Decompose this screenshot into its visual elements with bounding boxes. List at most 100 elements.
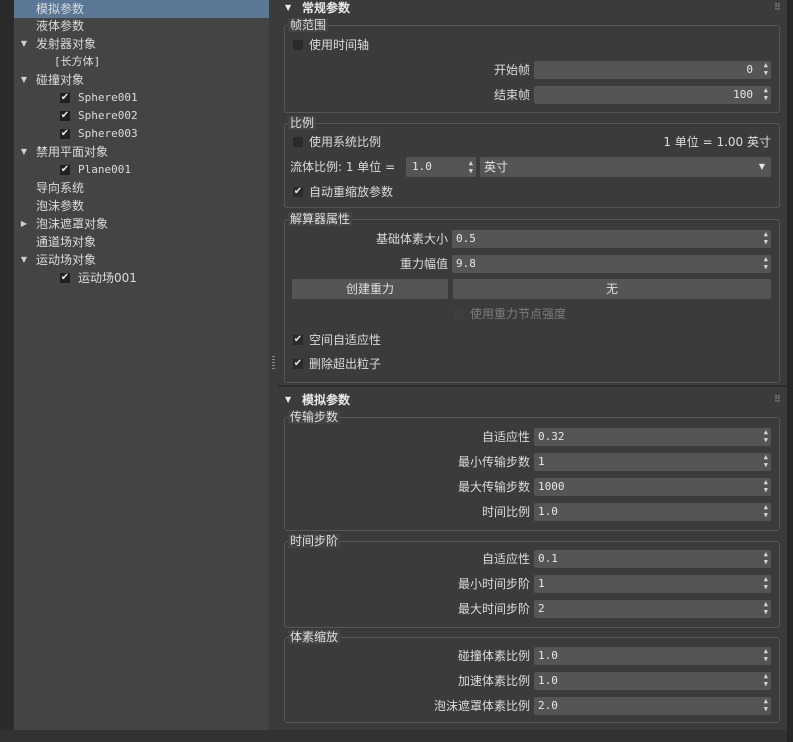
tree-item-foam-mask-objects[interactable]: ▶ 泡沫遮罩对象 xyxy=(14,215,269,233)
tree-item-motion-field-objects[interactable]: ▼ 运动场对象 xyxy=(14,251,269,269)
tree-item-label: Sphere002 xyxy=(78,109,138,122)
enabled-checkbox[interactable]: ✔ xyxy=(60,165,70,175)
spinner-arrows-icon[interactable]: ▲ ▼ xyxy=(764,697,768,713)
tree-item-liquid-params[interactable]: 液体参数 xyxy=(14,17,269,35)
spinner-arrows-icon[interactable]: ▲ ▼ xyxy=(469,159,473,175)
expanded-arrow-icon[interactable]: ▼ xyxy=(19,71,29,89)
acceleration-voxel-scale-spinner[interactable]: 1.0 ▲ ▼ xyxy=(534,672,771,690)
checkbox-box[interactable]: ✔ xyxy=(293,187,303,197)
tree-item-foam-params[interactable]: 泡沫参数 xyxy=(14,197,269,215)
spinner-value: 0.5 xyxy=(456,232,476,245)
spinner-arrows-icon[interactable]: ▲ ▼ xyxy=(764,230,768,246)
transport-adaptivity-label: 自适应性 xyxy=(481,430,530,444)
checkbox-label: 删除超出粒子 xyxy=(309,357,382,371)
checkbox-label: 使用系统比例 xyxy=(309,135,382,149)
tree-item-box[interactable]: [长方体] xyxy=(14,53,269,71)
checkbox-label: 自动重缩放参数 xyxy=(309,185,394,199)
group-title: 解算器属性 xyxy=(288,212,353,226)
spinner-arrows-icon[interactable]: ▲ ▼ xyxy=(764,478,768,494)
gravity-node-picker-button[interactable]: 无 xyxy=(453,279,771,299)
spinner-arrows-icon[interactable]: ▲ ▼ xyxy=(764,550,768,566)
max-time-steps-label: 最大时间步阶 xyxy=(457,602,530,616)
unit-dropdown[interactable]: 英寸 ▼ xyxy=(480,157,771,177)
tree-item-guide-system[interactable]: 导向系统 xyxy=(14,179,269,197)
collision-voxel-scale-spinner[interactable]: 1.0 ▲ ▼ xyxy=(534,647,771,665)
min-time-steps-spinner[interactable]: 1 ▲ ▼ xyxy=(534,575,771,593)
checkbox-box[interactable]: ✔ xyxy=(293,359,303,369)
time-adaptivity-label: 自适应性 xyxy=(481,552,530,566)
group-title: 体素缩放 xyxy=(288,630,341,644)
spinner-value: 1.0 xyxy=(538,674,558,687)
tree-item-collision-objects[interactable]: ▼ 碰撞对象 xyxy=(14,71,269,89)
spinner-arrows-icon[interactable]: ▲ ▼ xyxy=(764,86,768,102)
time-adaptivity-spinner[interactable]: 0.1 ▲ ▼ xyxy=(534,550,771,568)
expanded-arrow-icon[interactable]: ▼ xyxy=(19,251,29,269)
checkbox-label: 使用重力节点强度 xyxy=(470,307,567,321)
tree-item-label: 液体参数 xyxy=(36,19,85,33)
tree-item-label: Sphere003 xyxy=(78,127,138,140)
checkbox-label: 空间自适应性 xyxy=(309,333,382,347)
drag-handle-icon[interactable]: ⠿ xyxy=(774,392,781,408)
collapsed-arrow-icon[interactable]: ▶ xyxy=(19,215,29,233)
panel-splitter[interactable] xyxy=(269,0,278,742)
group-title: 帧范围 xyxy=(288,18,329,32)
spinner-arrows-icon[interactable]: ▲ ▼ xyxy=(764,61,768,77)
transport-adaptivity-spinner[interactable]: 0.32 ▲ ▼ xyxy=(534,428,771,446)
tree-item-sphere002[interactable]: ✔ Sphere002 xyxy=(14,107,269,125)
min-time-steps-label: 最小时间步阶 xyxy=(457,577,530,591)
tree-item-sphere001[interactable]: ✔ Sphere001 xyxy=(14,89,269,107)
max-transport-steps-label: 最大传输步数 xyxy=(457,480,530,494)
tree-item-kill-plane-objects[interactable]: ▼ 禁用平面对象 xyxy=(14,143,269,161)
spinner-arrows-icon[interactable]: ▲ ▼ xyxy=(764,647,768,663)
create-gravity-button[interactable]: 创建重力 xyxy=(292,279,448,299)
rollout-general-header[interactable]: ▼ 常规参数 ⠿ xyxy=(282,0,784,16)
checkbox-box[interactable] xyxy=(293,40,303,50)
spinner-arrows-icon[interactable]: ▲ ▼ xyxy=(764,255,768,271)
time-scale-spinner[interactable]: 1.0 ▲ ▼ xyxy=(534,503,771,521)
vertical-scrollbar[interactable] xyxy=(787,0,793,742)
end-frame-spinner[interactable]: 100 ▲ ▼ xyxy=(534,86,771,104)
spinner-value: 9.8 xyxy=(456,257,476,270)
voxel-size-spinner[interactable]: 0.5 ▲ ▼ xyxy=(452,230,771,248)
spinner-value: 1 xyxy=(538,577,545,590)
min-transport-steps-label: 最小传输步数 xyxy=(457,455,530,469)
tree-item-motion-field001[interactable]: ✔ 运动场001 xyxy=(14,269,269,287)
checkbox-box[interactable] xyxy=(454,309,464,319)
end-frame-label: 结束帧 xyxy=(493,88,530,102)
enabled-checkbox[interactable]: ✔ xyxy=(60,129,70,139)
foam-mask-voxel-scale-spinner[interactable]: 2.0 ▲ ▼ xyxy=(534,697,771,715)
expanded-arrow-icon[interactable]: ▼ xyxy=(19,143,29,161)
fluid-scale-spinner[interactable]: 1.0 ▲ ▼ xyxy=(406,157,476,177)
min-transport-steps-spinner[interactable]: 1 ▲ ▼ xyxy=(534,453,771,471)
tree-item-emitter-objects[interactable]: ▼ 发射器对象 xyxy=(14,35,269,53)
voxel-size-label: 基础体素大小 xyxy=(375,232,448,246)
max-time-steps-spinner[interactable]: 2 ▲ ▼ xyxy=(534,600,771,618)
gravity-magnitude-spinner[interactable]: 9.8 ▲ ▼ xyxy=(452,255,771,273)
enabled-checkbox[interactable]: ✔ xyxy=(60,111,70,121)
start-frame-spinner[interactable]: 0 ▲ ▼ xyxy=(534,61,771,79)
group-title: 时间步阶 xyxy=(288,534,341,548)
tree-item-simulation-params[interactable]: 模拟参数 xyxy=(14,0,269,18)
spinner-value: 0.1 xyxy=(538,552,558,565)
tree-item-plane001[interactable]: ✔ Plane001 xyxy=(14,161,269,179)
expanded-arrow-icon[interactable]: ▼ xyxy=(19,35,29,53)
tree-item-label: 运动场对象 xyxy=(36,253,97,267)
drag-handle-icon[interactable]: ⠿ xyxy=(774,0,781,16)
spinner-arrows-icon[interactable]: ▲ ▼ xyxy=(764,453,768,469)
rollout-simulation-header[interactable]: ▼ 模拟参数 ⠿ xyxy=(282,392,784,408)
spinner-arrows-icon[interactable]: ▲ ▼ xyxy=(764,672,768,688)
checkbox-box[interactable] xyxy=(293,137,303,147)
tree-item-label: 泡沫参数 xyxy=(36,199,85,213)
enabled-checkbox[interactable]: ✔ xyxy=(60,273,70,283)
tree-item-channel-field-objects[interactable]: 通道场对象 xyxy=(14,233,269,251)
max-transport-steps-spinner[interactable]: 1000 ▲ ▼ xyxy=(534,478,771,496)
spinner-arrows-icon[interactable]: ▲ ▼ xyxy=(764,428,768,444)
checkbox-box[interactable]: ✔ xyxy=(293,335,303,345)
collapse-arrow-icon: ▼ xyxy=(285,3,292,12)
acceleration-voxel-scale-label: 加速体素比例 xyxy=(457,674,530,688)
tree-item-sphere003[interactable]: ✔ Sphere003 xyxy=(14,125,269,143)
spinner-arrows-icon[interactable]: ▲ ▼ xyxy=(764,575,768,591)
spinner-arrows-icon[interactable]: ▲ ▼ xyxy=(764,503,768,519)
spinner-arrows-icon[interactable]: ▲ ▼ xyxy=(764,600,768,616)
enabled-checkbox[interactable]: ✔ xyxy=(60,93,70,103)
